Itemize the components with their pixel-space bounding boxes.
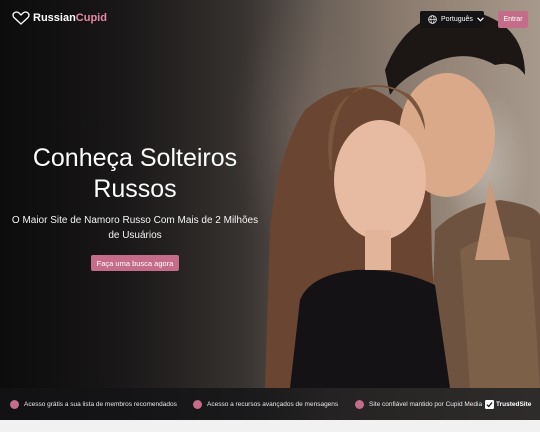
feature-item: Acesso grátis a sua lista de membros rec… — [10, 388, 177, 420]
globe-icon — [428, 15, 437, 24]
bullet-icon — [355, 399, 364, 409]
site-header: RussianCupid Português Entrar — [0, 0, 540, 36]
hero-section — [0, 0, 540, 420]
hero-subline: O Maior Site de Namoro Russo Com Mais de… — [11, 215, 259, 241]
brand-name: RussianCupid — [33, 12, 107, 24]
feature-item: Acesso a recursos avançados de mensagens — [193, 388, 338, 420]
bullet-icon — [193, 399, 202, 409]
features-bar: Acesso grátis a sua lista de membros rec… — [0, 388, 540, 420]
headline-line-1: Conheça Solteiros — [32, 144, 238, 172]
page-bottom-strip — [0, 420, 540, 432]
search-now-button[interactable]: Faça uma busca agora — [91, 255, 179, 271]
feature-label: Acesso a recursos avançados de mensagens — [207, 400, 339, 408]
feature-label: Site confiável mantido por Cupid Media — [369, 400, 483, 408]
headline-line-2: Russos — [93, 175, 177, 203]
heart-icon — [12, 11, 30, 25]
trustedsite-label: TrustedSite — [496, 400, 532, 408]
language-label: Português — [441, 16, 473, 23]
bullet-icon — [10, 399, 19, 409]
hero-headline: Conheça Solteiros Russos — [10, 143, 260, 205]
brand-logo[interactable]: RussianCupid — [12, 11, 107, 25]
feature-label: Acesso grátis a sua lista de membros rec… — [24, 400, 177, 408]
login-button[interactable]: Entrar — [498, 11, 528, 28]
couple-photo — [265, 11, 540, 388]
feature-item: Site confiável mantido por Cupid Media — [355, 388, 482, 420]
trustedsite-badge[interactable]: TrustedSite — [485, 388, 531, 420]
language-selector[interactable]: Português — [420, 11, 484, 28]
chevron-down-icon — [477, 17, 484, 22]
checkmark-icon — [485, 399, 494, 409]
